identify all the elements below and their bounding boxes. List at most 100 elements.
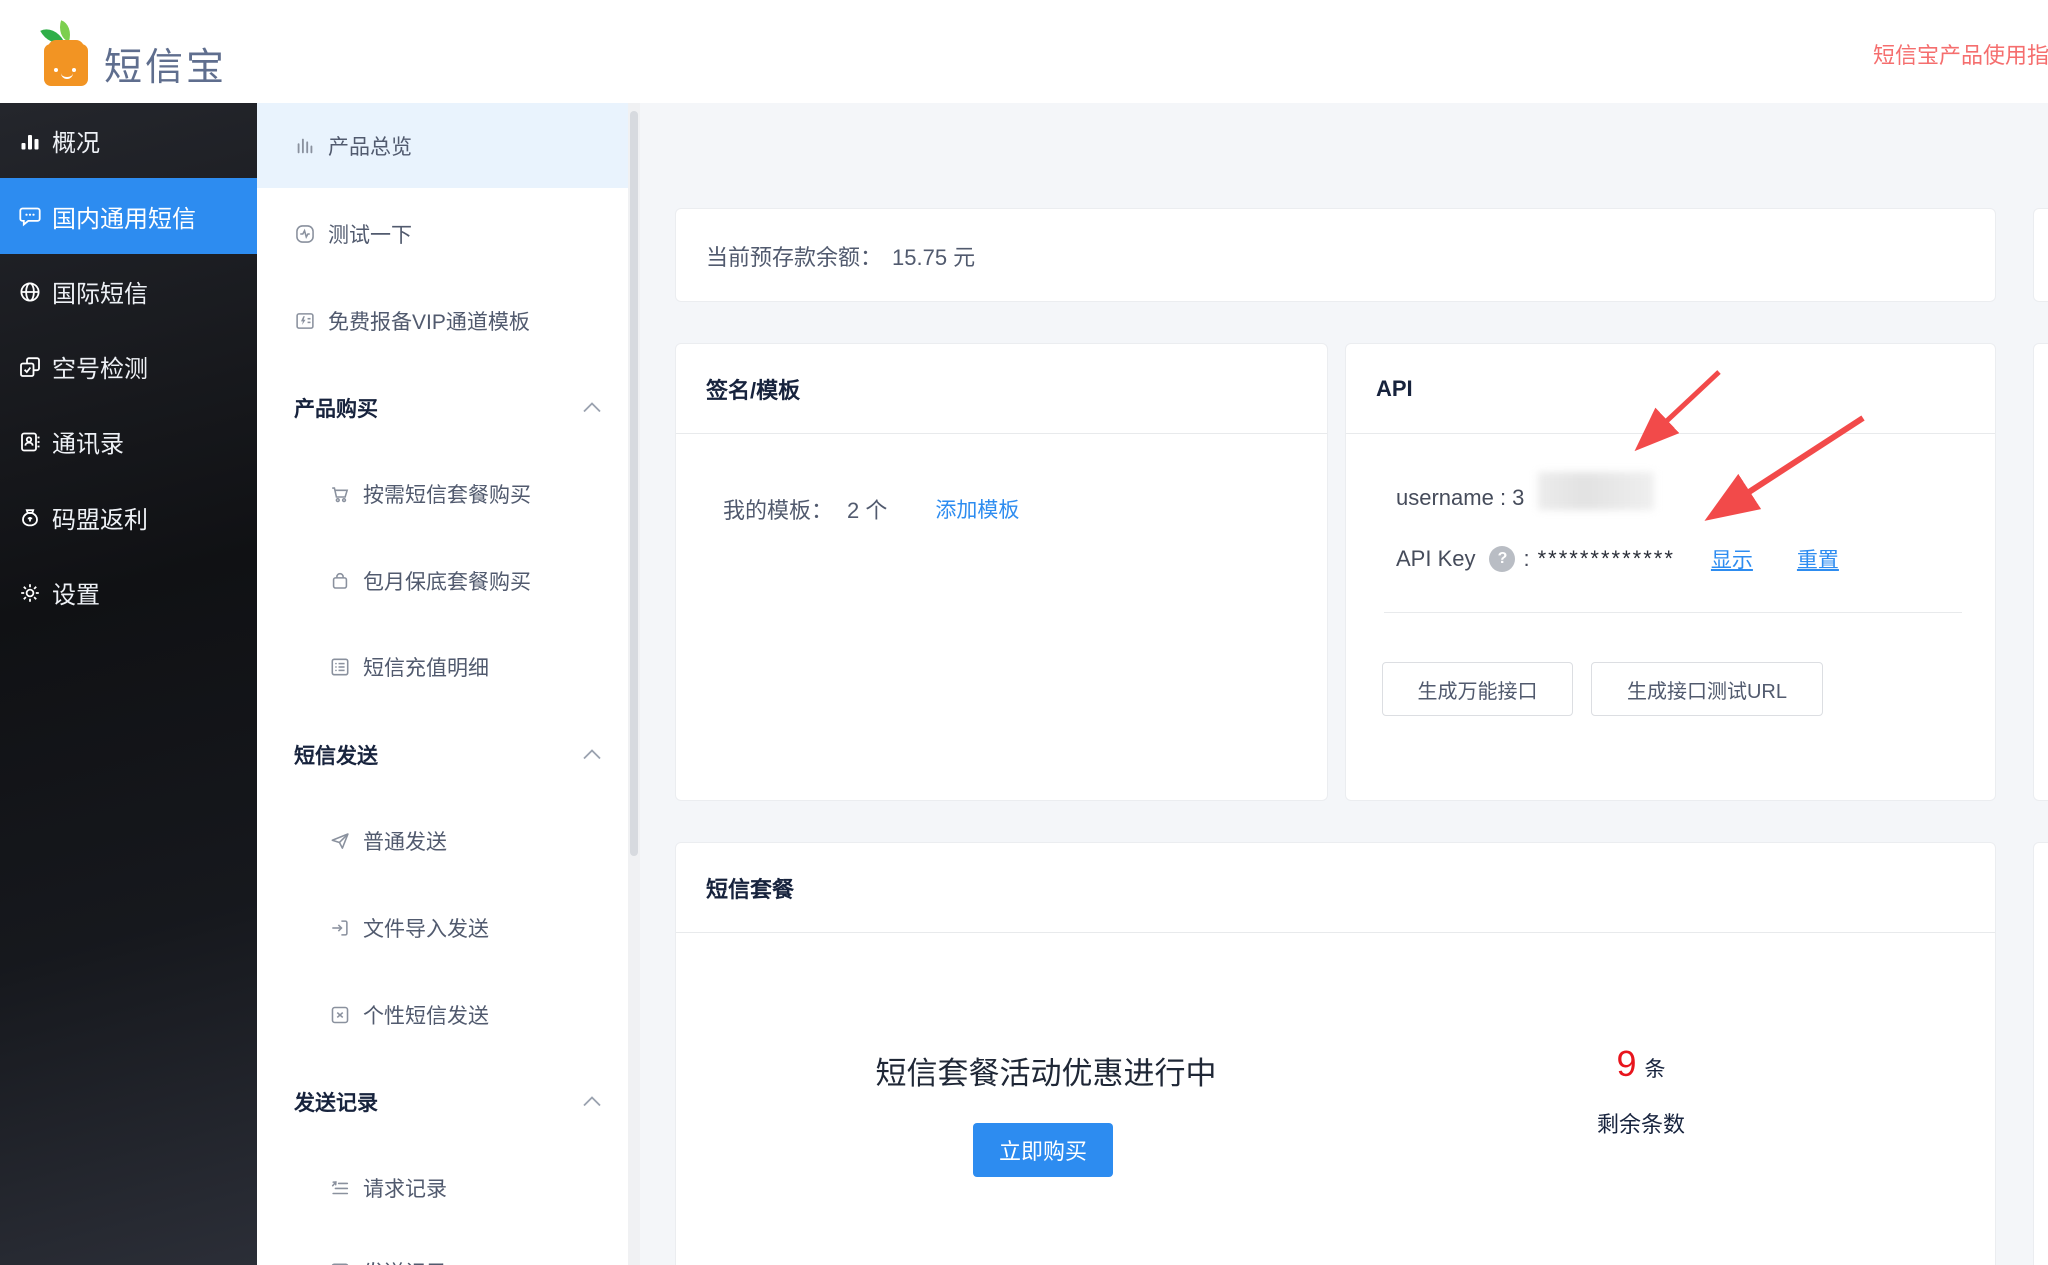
sidebar-item-label: 通讯录 <box>52 424 124 459</box>
pulse-icon <box>294 223 316 245</box>
stats-bars-icon <box>294 135 316 157</box>
check-copy-icon <box>18 355 42 379</box>
card-title: 签名/模板 <box>706 344 800 434</box>
username-text: username : 3 <box>1396 485 1524 511</box>
card-title: API <box>1376 344 1413 434</box>
shopping-bag-icon <box>329 570 351 592</box>
remaining-count-label: 剩余条数 <box>1546 1107 1736 1139</box>
submenu-item-label: 短信充值明细 <box>363 652 489 682</box>
submenu-item-monthly-package[interactable]: 包月保底套餐购买 <box>257 561 628 601</box>
submenu-section-sms-send[interactable]: 短信发送 <box>257 735 628 775</box>
submenu-item-test[interactable]: 测试一下 <box>257 214 628 254</box>
api-key-row: API Key ? : ************* 显示 重置 <box>1396 539 1839 579</box>
sidebar-item-rebate[interactable]: 码盟返利 <box>0 480 257 555</box>
clipped-card-edge <box>2033 208 2048 302</box>
sidebar-scrollbar-thumb[interactable] <box>630 111 638 856</box>
submenu-section-product-purchase[interactable]: 产品购买 <box>257 388 628 428</box>
api-card: API username : 3 API Key ? : ***********… <box>1345 343 1996 801</box>
submenu-item-request-records[interactable]: 请求记录 <box>257 1168 628 1208</box>
help-question-icon[interactable]: ? <box>1489 546 1515 572</box>
submenu-section-label: 产品购买 <box>294 393 378 423</box>
balance-label: 当前预存款余额： <box>706 240 882 272</box>
submenu-item-label: 个性短信发送 <box>363 1000 489 1030</box>
chevron-up-icon[interactable] <box>583 1096 601 1107</box>
divider <box>1384 612 1962 613</box>
vip-template-icon <box>294 310 316 332</box>
signature-template-card: 签名/模板 我的模板： 2 个 添加模板 <box>675 343 1328 801</box>
brand-name: 短信宝 <box>104 36 227 91</box>
list-document-icon <box>329 656 351 678</box>
bar-chart-icon <box>18 129 42 153</box>
template-count-value: 2 个 <box>847 493 887 525</box>
chevron-up-icon[interactable] <box>583 749 601 760</box>
app-window: 短信宝 短信宝产品使用指南 概况 国内通用短信 国际短信 <box>0 0 2048 1265</box>
jar-eye <box>54 68 58 72</box>
submenu-item-normal-send[interactable]: 普通发送 <box>257 821 628 861</box>
submenu-item-file-import-send[interactable]: 文件导入发送 <box>257 908 628 948</box>
remaining-count-value: 9 <box>1616 1043 1636 1084</box>
submenu-item-send-records[interactable]: 发送记录 <box>257 1252 628 1265</box>
buy-now-button[interactable]: 立即购买 <box>973 1123 1113 1177</box>
chevron-up-icon[interactable] <box>583 402 601 413</box>
sidebar-item-empty-number-check[interactable]: 空号检测 <box>0 329 257 404</box>
submenu-item-product-overview[interactable]: 产品总览 <box>257 103 628 188</box>
template-count-label: 我的模板： <box>723 493 833 525</box>
secondary-sidebar: 产品总览 测试一下 免费报备VIP通道模板 产品购买 <box>257 103 640 1265</box>
api-username-row: username : 3 <box>1396 478 1524 518</box>
sidebar-item-international-sms[interactable]: 国际短信 <box>0 254 257 329</box>
sidebar-item-label: 国内通用短信 <box>52 199 196 234</box>
package-promo-text: 短信套餐活动优惠进行中 <box>766 1048 1326 1093</box>
jar-body <box>44 44 88 86</box>
submenu-item-label: 文件导入发送 <box>363 913 489 943</box>
sidebar-item-contacts[interactable]: 通讯录 <box>0 404 257 479</box>
remaining-count-unit: 条 <box>1645 1058 1666 1081</box>
import-icon <box>329 917 351 939</box>
card-title: 短信套餐 <box>706 843 794 933</box>
sidebar-item-label: 国际短信 <box>52 274 148 309</box>
api-key-colon: : <box>1523 546 1529 572</box>
add-template-link[interactable]: 添加模板 <box>935 494 1019 524</box>
brand-logo[interactable]: 短信宝 <box>42 22 262 92</box>
jar-smile <box>61 72 73 79</box>
sidebar-item-domestic-sms[interactable]: 国内通用短信 <box>0 178 257 254</box>
submenu-item-label: 发送记录 <box>363 1257 447 1265</box>
submenu-section-label: 短信发送 <box>294 740 378 770</box>
submenu-section-send-records[interactable]: 发送记录 <box>257 1082 628 1122</box>
generate-universal-api-button[interactable]: 生成万能接口 <box>1382 662 1573 716</box>
globe-icon <box>18 280 42 304</box>
product-guide-link[interactable]: 短信宝产品使用指南 <box>1873 38 2048 70</box>
show-api-key-link[interactable]: 显示 <box>1711 544 1753 574</box>
remaining-count-block: 9条 剩余条数 <box>1546 1043 1736 1139</box>
top-header: 短信宝 短信宝产品使用指南 <box>0 0 2048 103</box>
paper-plane-icon <box>329 830 351 852</box>
submenu-item-label: 请求记录 <box>363 1173 447 1203</box>
money-pouch-icon <box>18 506 42 530</box>
submenu-item-label: 包月保底套餐购买 <box>363 566 531 596</box>
submenu-section-label: 发送记录 <box>294 1087 378 1117</box>
sidebar-item-label: 空号检测 <box>52 349 148 384</box>
contact-card-icon <box>18 430 42 454</box>
submenu-item-label: 普通发送 <box>363 826 447 856</box>
submenu-item-vip-template[interactable]: 免费报备VIP通道模板 <box>257 301 628 341</box>
main-content: 国内通用短信 > 产品总览 当前预存款余额： 15.75 元 签名/模板 我的模… <box>640 103 2048 1265</box>
primary-sidebar: 概况 国内通用短信 国际短信 空号检测 <box>0 103 257 1265</box>
request-list-icon <box>329 1177 351 1199</box>
chat-bubble-icon <box>18 204 42 228</box>
sidebar-item-overview[interactable]: 概况 <box>0 103 257 178</box>
submenu-item-label: 测试一下 <box>328 219 412 249</box>
template-summary-row: 我的模板： 2 个 添加模板 <box>723 489 1019 529</box>
submenu-item-recharge-detail[interactable]: 短信充值明细 <box>257 647 628 687</box>
sidebar-item-settings[interactable]: 设置 <box>0 555 257 630</box>
submenu-item-label: 免费报备VIP通道模板 <box>328 306 530 336</box>
reset-api-key-link[interactable]: 重置 <box>1797 544 1839 574</box>
generate-test-url-button[interactable]: 生成接口测试URL <box>1591 662 1823 716</box>
submenu-item-ondemand-package[interactable]: 按需短信套餐购买 <box>257 474 628 514</box>
balance-card: 当前预存款余额： 15.75 元 <box>675 208 1996 302</box>
x-box-icon <box>329 1004 351 1026</box>
card-header: 签名/模板 <box>676 344 1327 434</box>
balance-value: 15.75 元 <box>892 240 975 272</box>
cart-icon <box>329 483 351 505</box>
card-header: API <box>1346 344 1995 434</box>
api-key-label: API Key <box>1396 546 1475 572</box>
submenu-item-personalized-send[interactable]: 个性短信发送 <box>257 995 628 1035</box>
